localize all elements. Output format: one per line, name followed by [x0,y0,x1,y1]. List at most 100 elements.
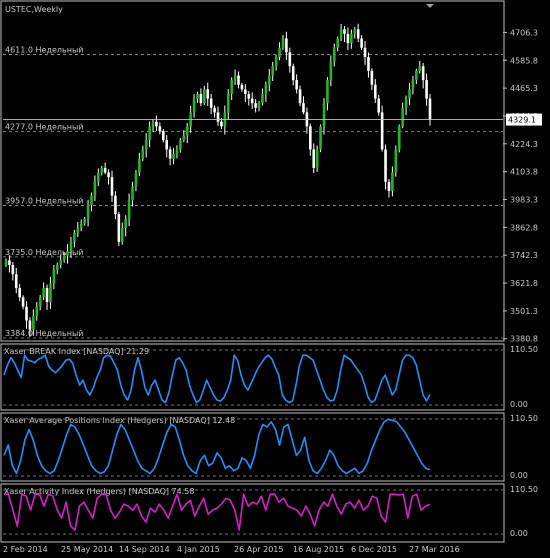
candle-up [397,126,401,150]
candle-up [329,61,333,81]
candle-up [62,255,66,261]
y-tick-label: 3862.8 [510,223,538,232]
avg-axis-min: 0.00 [510,471,528,480]
break-axis-max: 110.50 [510,345,538,354]
candle-up [38,297,42,307]
candle-up [281,38,285,48]
candle-up [175,149,179,155]
candle-up [90,195,93,205]
candle-down [250,98,254,104]
candle-up [415,70,418,81]
candle-down [11,264,15,275]
candle-up [86,204,90,219]
candle-up [49,283,52,302]
break-index-title: Xaser BREAK Index [NASDAQ] 21.29 [4,347,149,356]
x-tick-label: 27 Mar 2016 [409,545,460,554]
candle-down [103,167,107,173]
candle-up [100,167,104,173]
candle-up [257,103,261,108]
candle-up [32,315,35,330]
candle-up [339,29,343,39]
candle-up [274,56,278,67]
y-tick-label: 4465.3 [510,84,538,93]
candle-up [319,126,322,150]
candle-down [291,66,295,81]
candle-down [373,84,377,99]
candle-down [312,149,316,168]
candle-down [14,274,18,289]
candle-up [59,260,63,265]
candle-up [230,80,233,94]
y-tick-label: 4224.3 [510,140,538,149]
activity-axis-max: 110.50 [510,485,538,494]
candle-down [254,103,257,108]
y-tick-label: 3380.8 [510,335,538,344]
candle-down [425,80,428,99]
candle-up [196,93,199,99]
avg-axis-max: 110.50 [510,414,538,423]
candle-up [172,154,175,159]
candle-up [144,140,148,150]
candle-up [233,75,237,81]
y-tick-label: 4103.8 [510,168,538,177]
candle-down [356,29,360,39]
candle-up [141,149,145,159]
candle-down [107,172,110,178]
candle-up [83,218,86,224]
candle-down [309,126,312,150]
candle-up [179,140,182,150]
candle-up [322,103,326,127]
candle-down [380,112,384,150]
candle-up [336,38,339,48]
y-tick-label: 3983.3 [510,195,538,204]
y-tick-label: 4585.8 [510,56,538,65]
y-tick-label: 3621.8 [510,279,538,288]
candle-down [237,75,240,85]
candle-up [353,29,357,34]
price-chart-title: USTEC,Weekly [5,5,63,14]
candle-down [213,107,216,113]
candle-down [158,126,162,131]
candle-up [226,93,230,113]
candle-up [185,126,189,136]
candle-down [199,93,203,104]
candle-up [315,149,319,168]
candle-down [360,38,363,48]
x-tick-label: 2 Feb 2014 [3,545,48,554]
candle-down [428,98,432,120]
candle-up [182,135,186,141]
candle-up [131,186,134,201]
candle-up [93,181,97,196]
candle-down [370,70,374,85]
activity-index-title: Xaser Activity Index (Hedgers) [NASDAQ] … [4,487,194,496]
candle-down [240,84,244,90]
current-price-label: 4329.1 [508,116,536,125]
candle-down [295,80,298,90]
candle-up [151,121,155,127]
chart-canvas: USTEC,Weekly Xaser BREAK Index [NASDAQ] … [0,0,550,558]
candle-down [8,260,11,265]
candle-down [161,130,165,141]
candle-up [261,93,264,104]
candle-up [411,80,415,90]
break-axis-min: 0.00 [510,400,528,409]
y-tick-label: 3742.3 [510,251,538,260]
candle-up [120,227,124,242]
candle-up [271,66,275,76]
candle-down [363,47,367,57]
candle-down [367,56,370,71]
chart-background [0,0,550,558]
candle-down [244,89,247,94]
candle-down [302,103,305,113]
candle-down [298,89,302,104]
candle-down [117,214,121,242]
candle-up [404,98,408,108]
avg-positions-title: Xaser Average Positions Index (Hedgers) … [4,416,235,425]
y-tick-label: 3501.3 [510,307,538,316]
candle-up [203,89,206,104]
candle-up [124,218,127,228]
candle-up [127,200,131,219]
x-tick-label: 6 Dec 2015 [351,545,397,554]
candle-down [45,288,49,302]
candle-down [110,177,114,196]
